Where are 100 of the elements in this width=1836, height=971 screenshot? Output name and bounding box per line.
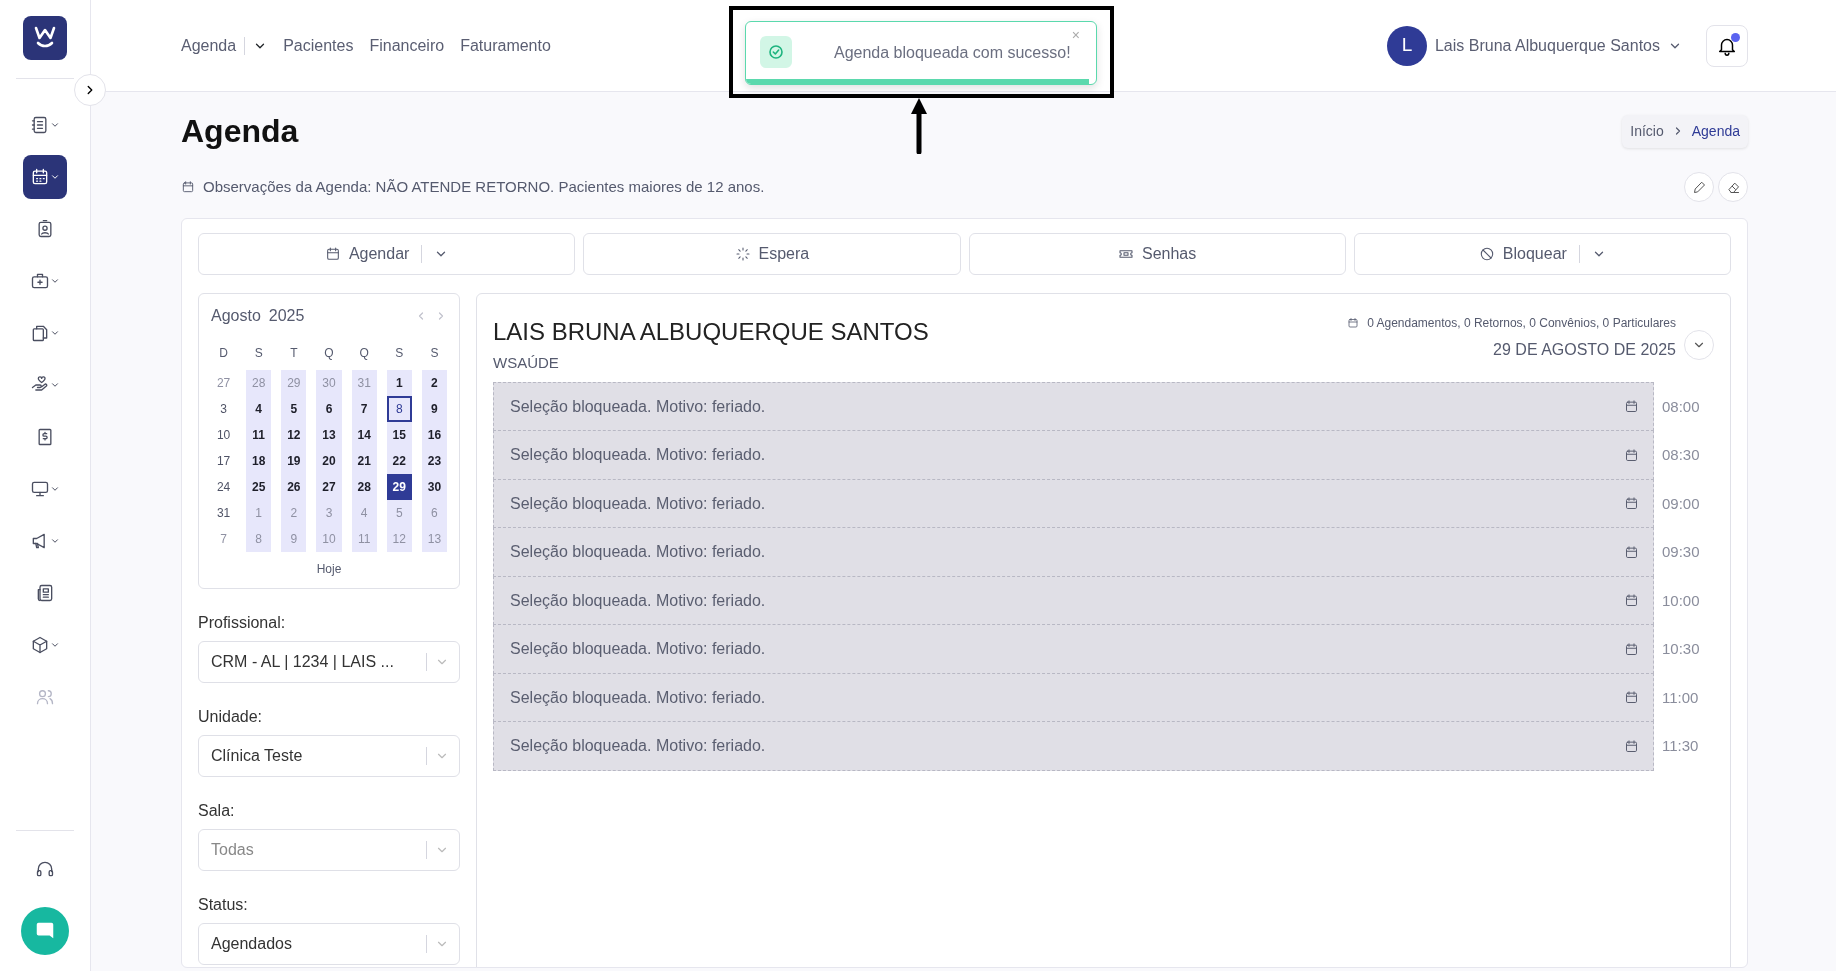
blocked-slot[interactable]: Seleção bloqueada. Motivo: feriado.: [493, 721, 1654, 771]
calendar-day[interactable]: 19: [281, 448, 307, 475]
sidebar-item[interactable]: [23, 155, 67, 199]
ban-icon: [1478, 246, 1495, 263]
today-button[interactable]: Hoje: [316, 560, 342, 579]
blocked-slot[interactable]: Seleção bloqueada. Motivo: feriado.: [493, 672, 1654, 723]
erase-button[interactable]: [1718, 172, 1748, 203]
caret-icon: [50, 172, 60, 182]
field-label: Sala:: [198, 801, 236, 822]
calendar-day[interactable]: 13: [316, 422, 342, 449]
calendar-day[interactable]: 23: [421, 448, 447, 475]
select-field[interactable]: Todas: [198, 829, 460, 872]
breadcrumb-link[interactable]: Agenda: [1691, 120, 1740, 142]
field-label: Status:: [198, 895, 249, 916]
calendar-day[interactable]: 24: [211, 474, 237, 501]
calendar-day[interactable]: 4: [246, 396, 272, 423]
calendar-day[interactable]: 9: [421, 396, 447, 423]
time-label: 11:00: [1661, 687, 1700, 708]
annotation-arrow: [910, 98, 928, 154]
calendar-day[interactable]: 21: [351, 448, 377, 475]
caret-icon: [50, 484, 60, 494]
professional-name: LAIS BRUNA ALBUQUERQUE SANTOS: [493, 317, 930, 348]
calendar-day[interactable]: 8: [386, 396, 412, 423]
calendar-day[interactable]: 30: [421, 474, 447, 501]
calendar-icon: [1624, 544, 1639, 560]
time-label: 10:00: [1661, 590, 1701, 611]
caret-icon: [50, 380, 60, 390]
nav-link[interactable]: Pacientes: [283, 33, 354, 58]
weekday-label: S: [253, 345, 264, 363]
weekday-label: S: [394, 345, 405, 363]
logo[interactable]: [23, 16, 67, 60]
toast-message: Agenda bloqueada com sucesso!: [834, 43, 1071, 63]
blocked-slot[interactable]: Seleção bloqueada. Motivo: feriado.: [493, 575, 1654, 626]
calendar-day[interactable]: 14: [351, 422, 377, 449]
schedule-date: 29 DE AGOSTO DE 2025: [1492, 340, 1676, 361]
time-label: 11:30: [1661, 736, 1700, 757]
weekday-label: D: [218, 345, 229, 363]
calendar-year: 2025: [268, 306, 305, 327]
action-button[interactable]: Senhas: [968, 233, 1346, 276]
calendar-day[interactable]: 3: [211, 396, 237, 423]
nav-link[interactable]: Faturamento: [460, 33, 551, 58]
caret-icon: [50, 276, 60, 286]
calendar-day[interactable]: 27: [316, 474, 342, 501]
calendar-day[interactable]: 17: [211, 448, 237, 475]
notifications-button[interactable]: [1706, 24, 1748, 67]
calendar-day[interactable]: 1: [386, 370, 412, 397]
calendar-month: Agosto: [211, 306, 261, 327]
calendar-icon: [1624, 447, 1639, 463]
spinner-icon: [734, 246, 751, 263]
breadcrumb-link[interactable]: Início: [1630, 120, 1664, 142]
field-label: Unidade:: [198, 707, 264, 728]
calendar-day[interactable]: 31: [211, 500, 237, 527]
calendar-day[interactable]: 22: [386, 448, 412, 475]
calendar-day[interactable]: 11: [246, 422, 272, 449]
calendar-icon: [1624, 399, 1639, 415]
calendar-day[interactable]: 26: [281, 474, 307, 501]
calendar-day[interactable]: 28: [351, 474, 377, 501]
calendar-icon: [1347, 317, 1360, 330]
calendar-icon: [1624, 690, 1639, 706]
caret-icon: [50, 120, 60, 130]
calendar-day[interactable]: 20: [316, 448, 342, 475]
calendar-icon: [181, 180, 195, 195]
calendar-day[interactable]: 2: [421, 370, 447, 397]
calendar-day[interactable]: 25: [246, 474, 272, 501]
calendar-day[interactable]: 16: [421, 422, 447, 449]
blocked-slot[interactable]: Seleção bloqueada. Motivo: feriado.: [493, 478, 1654, 529]
user-name[interactable]: Lais Bruna Albuquerque Santos: [1434, 33, 1660, 58]
field-label: Profissional:: [198, 613, 287, 634]
caret-icon: [50, 536, 60, 546]
user-avatar[interactable]: L: [1386, 25, 1427, 66]
nav-link[interactable]: Financeiro: [369, 33, 445, 58]
blocked-slot[interactable]: Seleção bloqueada. Motivo: feriado.: [493, 527, 1654, 577]
check-circle-icon: [768, 44, 784, 60]
calendar-day[interactable]: 12: [281, 422, 307, 449]
weekday-label: Q: [358, 345, 370, 363]
action-button[interactable]: Bloquear: [1353, 233, 1731, 276]
nav-link[interactable]: Agenda: [181, 33, 237, 58]
calendar-day[interactable]: 18: [246, 448, 272, 475]
time-label: 08:30: [1661, 445, 1701, 466]
calendar-icon: [1624, 496, 1639, 512]
calendar-day[interactable]: 10: [211, 422, 237, 449]
calendar-day[interactable]: 7: [351, 396, 377, 423]
appointment-summary: 0 Agendamentos, 0 Retornos, 0 Convênios, 0 Particulares: [1367, 315, 1676, 333]
select-field[interactable]: CRM - AL | 1234 | LAIS ...: [198, 641, 460, 684]
action-button[interactable]: Espera: [583, 233, 961, 276]
blocked-slot[interactable]: Seleção bloqueada. Motivo: feriado.: [493, 430, 1654, 480]
action-button[interactable]: Agendar: [198, 233, 576, 276]
organization-name: WSAÚDE: [493, 353, 560, 374]
calendar-day[interactable]: 15: [386, 422, 412, 449]
select-field[interactable]: Clínica Teste: [198, 735, 460, 778]
calendar-icon: [1624, 738, 1639, 754]
blocked-slot[interactable]: Seleção bloqueada. Motivo: feriado.: [493, 381, 1654, 432]
time-label: 09:00: [1661, 493, 1701, 514]
calendar-day[interactable]: 5: [281, 396, 307, 423]
calendar-day[interactable]: 6: [316, 396, 342, 423]
blocked-slot[interactable]: Seleção bloqueada. Motivo: feriado.: [493, 624, 1654, 674]
select-field[interactable]: Agendados: [198, 923, 460, 966]
caret-icon: [50, 640, 60, 650]
weekday-label: S: [429, 345, 440, 363]
calendar-day[interactable]: 29: [386, 474, 412, 501]
